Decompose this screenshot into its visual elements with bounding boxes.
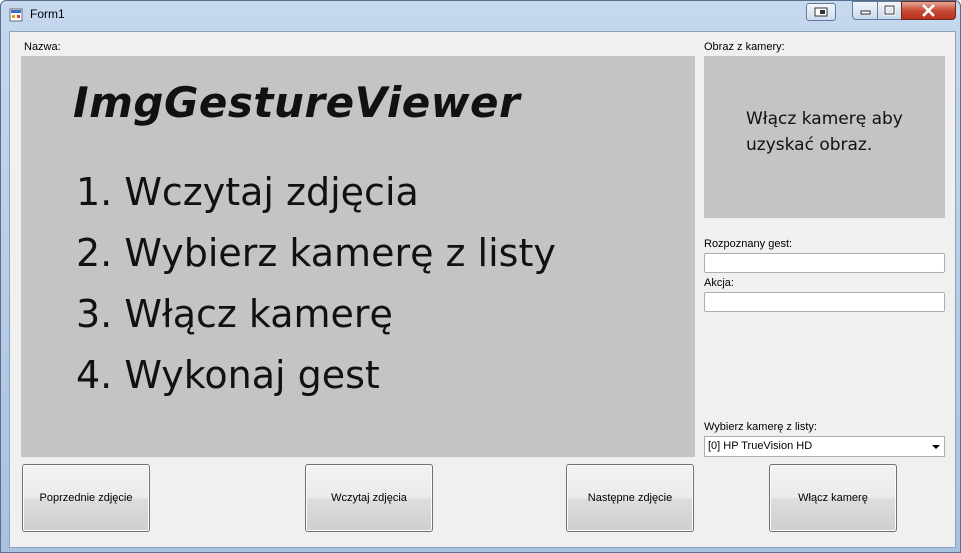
form-app-icon — [9, 8, 23, 22]
action-field[interactable] — [704, 292, 945, 312]
recognized-gesture-field[interactable] — [704, 253, 945, 273]
image-title: ImgGestureViewer — [73, 78, 521, 127]
gesture-image-viewer: ImgGestureViewer 1. Wczytaj zdjęcia 2. W… — [21, 56, 695, 457]
choose-camera-label: Wybierz kamerę z listy: — [704, 421, 817, 433]
caption-buttons — [852, 1, 956, 21]
window-extra-button[interactable] — [806, 3, 836, 21]
camera-on-button[interactable]: Włącz kamerę — [769, 464, 897, 532]
camera-select-value: [0] HP TrueVision HD — [708, 440, 813, 452]
recognized-gesture-label: Rozpoznany gest: — [704, 238, 793, 250]
window-title: Form1 — [30, 7, 65, 21]
maximize-button[interactable] — [877, 1, 902, 20]
camera-message: Włącz kamerę aby uzyskać obraz. — [746, 109, 903, 155]
minimize-icon — [860, 10, 871, 15]
close-icon — [922, 4, 935, 17]
form-client-area: Nazwa: ImgGestureViewer 1. Wczytaj zdjęc… — [9, 31, 956, 548]
image-step-2: 2. Wybierz kamerę z listy — [76, 231, 556, 275]
next-image-button[interactable]: Następne zdjęcie — [566, 464, 694, 532]
action-label: Akcja: — [704, 277, 734, 289]
camera-select[interactable]: [0] HP TrueVision HD — [704, 436, 945, 457]
previous-image-button[interactable]: Poprzednie zdjęcie — [22, 464, 150, 532]
maximize-icon — [883, 4, 896, 16]
image-step-1: 1. Wczytaj zdjęcia — [76, 170, 419, 214]
camera-preview: Włącz kamerę aby uzyskać obraz. — [704, 56, 945, 218]
chevron-down-icon[interactable] — [932, 445, 940, 449]
window-layout-icon — [814, 7, 828, 17]
camera-image-label: Obraz z kamery: — [704, 41, 785, 53]
image-step-3: 3. Włącz kamerę — [76, 292, 393, 336]
app-window: Form1 Nazwa: ImgGestureViewer 1. Wczytaj… — [0, 0, 961, 553]
image-step-4: 4. Wykonaj gest — [76, 353, 380, 397]
name-label: Nazwa: — [24, 41, 61, 53]
close-button[interactable] — [901, 1, 956, 20]
load-images-button[interactable]: Wczytaj zdjęcia — [305, 464, 433, 532]
minimize-button[interactable] — [852, 1, 878, 20]
title-bar[interactable]: Form1 — [1, 1, 960, 29]
